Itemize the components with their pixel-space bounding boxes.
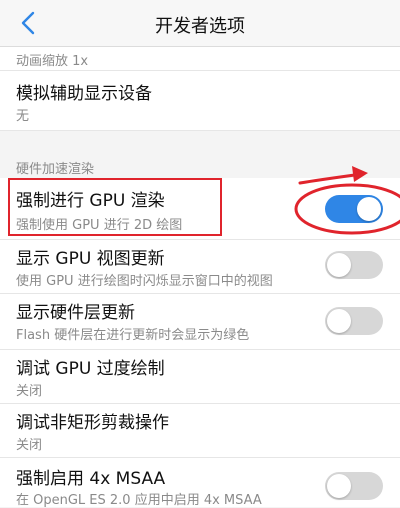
annotation-ellipse — [294, 183, 400, 235]
annotation-overlay — [294, 166, 400, 235]
annotation-arrow-icon — [298, 166, 368, 185]
